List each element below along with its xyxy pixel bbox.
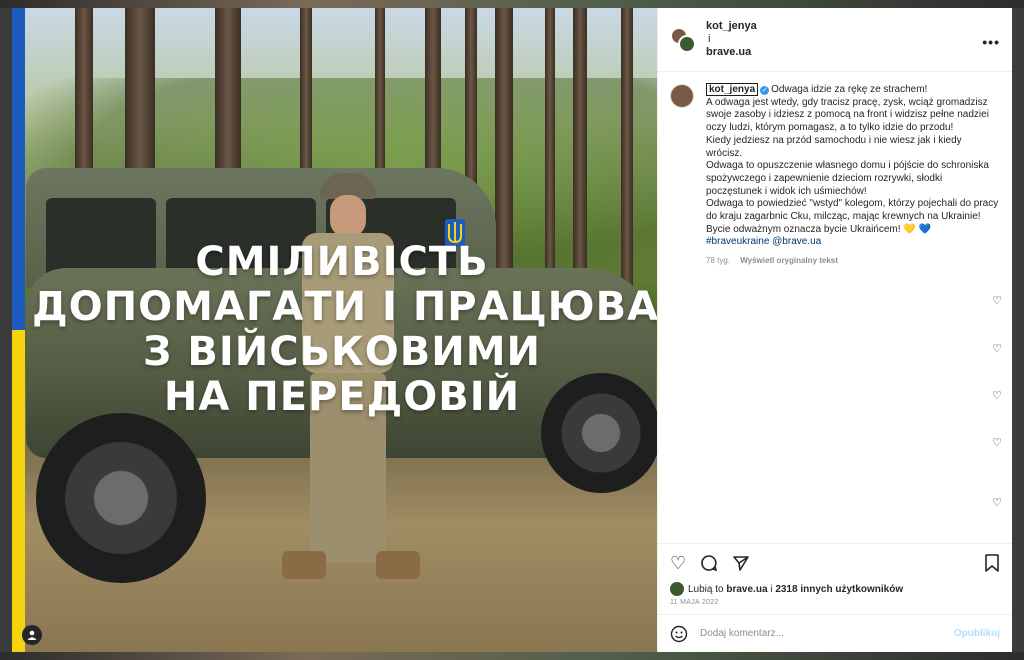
comment-icon[interactable] xyxy=(700,554,718,572)
flag-stripe-blue xyxy=(12,8,25,330)
post-authors: kot_jenya i brave.ua xyxy=(706,20,757,59)
action-bar: ♡ xyxy=(658,543,1012,581)
heart-icon[interactable]: ♡ xyxy=(992,294,1002,307)
headline-line: НА ПЕРЕДОВІЙ xyxy=(163,374,521,420)
heart-icon[interactable]: ♡ xyxy=(992,436,1002,449)
avatar xyxy=(670,582,684,596)
caption-block: kot_jenya ✓ Odwaga idzie za rękę ze strach… xyxy=(670,83,1000,268)
heart-icon[interactable]: ♡ xyxy=(992,342,1002,355)
post-side-panel: kot_jenya i brave.ua ••• kot_jenya ✓ Odwag… xyxy=(657,8,1012,652)
author-joiner: i xyxy=(708,33,711,45)
verified-badge-icon: ✓ xyxy=(760,86,770,95)
avatar[interactable] xyxy=(670,26,696,53)
caption-text: kot_jenya ✓ Odwaga idzie za rękę ze strach… xyxy=(706,83,1000,268)
flag-stripe-yellow xyxy=(12,330,25,652)
caption-line: Kiedy jedziesz na przód samochodu i nie … xyxy=(706,134,962,159)
headline-line: ДОПОМАГАТИ І ПРАЦЮВАТИ xyxy=(32,284,657,330)
heart-icon[interactable]: ♡ xyxy=(992,389,1002,402)
person-icon xyxy=(27,630,37,640)
avatar[interactable] xyxy=(670,84,694,108)
caption-meta: 78 tyg. Wyświetl oryginalny tekst xyxy=(706,255,1000,268)
post-photo[interactable]: СМІЛИВІСТЬ ДОПОМАГАТИ І ПРАЦЮВАТИ З ВІЙС… xyxy=(12,8,657,652)
caption-line-hearts: Bycie odważnym oznacza bycie Ukraińcem! … xyxy=(706,223,931,235)
caption-line: Odwaga to opuszczenie własnego domu i pó… xyxy=(706,160,989,197)
author-username-link[interactable]: kot_jenya xyxy=(706,20,757,33)
likes-joiner: i xyxy=(770,583,773,595)
see-original-link[interactable]: Wyświetl oryginalny tekst xyxy=(740,256,838,265)
comment-input[interactable] xyxy=(700,628,954,639)
comment-composer: Opublikuj xyxy=(658,614,1012,652)
more-options-icon[interactable]: ••• xyxy=(982,34,1000,50)
smiley-icon[interactable] xyxy=(670,625,688,643)
coauthor-username-link[interactable]: brave.ua xyxy=(706,46,757,59)
likes-summary[interactable]: Lubią to brave.ua i 2318 innych użytkown… xyxy=(658,581,1012,597)
likes-prefix: Lubią to xyxy=(688,583,724,595)
caption-line: Odwaga to powiedzieć "wstyd" kolegom, kt… xyxy=(706,198,999,223)
bookmark-icon[interactable] xyxy=(984,554,1000,572)
background-feed-strip xyxy=(0,652,1024,660)
caption-line: Odwaga idzie za rękę ze strachem! xyxy=(771,84,928,95)
comments-area[interactable]: kot_jenya ✓ Odwaga idzie za rękę ze strach… xyxy=(658,72,1012,543)
post-header: kot_jenya i brave.ua ••• xyxy=(658,8,1012,72)
background-feed-strip xyxy=(0,0,1024,8)
yellow-heart-icon: 💛 xyxy=(903,223,916,235)
blue-heart-icon: 💙 xyxy=(918,223,931,235)
user-tags-button[interactable] xyxy=(22,625,42,645)
headline-line: СМІЛИВІСТЬ xyxy=(195,239,489,285)
heart-icon[interactable]: ♡ xyxy=(670,554,686,572)
post-modal: СМІЛИВІСТЬ ДОПОМАГАТИ І ПРАЦЮВАТИ З ВІЙС… xyxy=(12,8,1012,652)
heart-icon[interactable]: ♡ xyxy=(992,496,1002,509)
caption-line: A odwaga jest wtedy, gdy tracisz pracę, … xyxy=(706,96,989,134)
likes-others-link[interactable]: 2318 innych użytkowników xyxy=(775,584,903,595)
hashtag-links[interactable]: #braveukraine @brave.ua xyxy=(706,236,1000,249)
likes-user-link[interactable]: brave.ua xyxy=(726,584,767,595)
time-ago: 78 tyg. xyxy=(706,256,731,266)
publish-button[interactable]: Opublikuj xyxy=(954,628,1000,639)
share-icon[interactable] xyxy=(732,554,750,572)
post-headline: СМІЛИВІСТЬ ДОПОМАГАТИ І ПРАЦЮВАТИ З ВІЙС… xyxy=(32,239,657,420)
caption-username-link[interactable]: kot_jenya xyxy=(706,83,759,96)
headline-line: З ВІЙСЬКОВИМИ xyxy=(143,329,541,375)
post-date: 11 MAJA 2022 xyxy=(670,599,719,606)
